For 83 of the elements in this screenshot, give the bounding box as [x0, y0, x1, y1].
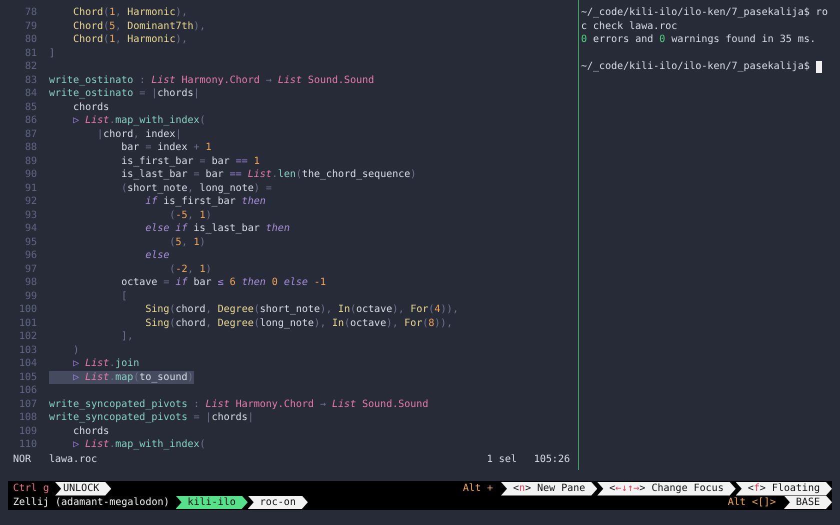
- line-number: 104: [18, 357, 37, 370]
- layout-shortcut: Alt <[]>: [728, 496, 777, 509]
- line-number: 87: [24, 128, 37, 141]
- line-number: 79: [24, 20, 37, 33]
- code-line: chords: [72, 102, 110, 112]
- lock-shortcut: Ctrl g: [12, 482, 50, 496]
- line-number: 94: [24, 222, 37, 236]
- file-name: lawa.roc: [49, 453, 98, 466]
- line-number: 91: [24, 182, 37, 195]
- line-number: 108: [18, 411, 37, 424]
- line-number: 99: [24, 290, 37, 303]
- layout-mode: BASE: [784, 496, 832, 509]
- code-line: write_syncopated_pivots = |chords|: [49, 412, 254, 423]
- line-number: 102: [18, 330, 37, 344]
- editor-mode: NOR: [12, 453, 32, 466]
- code-line: Chord(1, Harmonic),: [72, 34, 188, 45]
- line-number: 109: [18, 424, 37, 438]
- code-line: Chord(1, Harmonic),: [72, 7, 188, 18]
- line-number: 80: [24, 33, 37, 46]
- code-line: ): [72, 344, 80, 356]
- code-line: write_ostinato = |chords|: [49, 88, 200, 99]
- code-line: (-2, 1): [168, 264, 212, 274]
- line-number: 98: [24, 276, 37, 290]
- terminal-line: c check lawa.roc: [581, 20, 678, 33]
- code-line: is_last_bar = bar == List.len(the_chord_sequence): [120, 169, 416, 180]
- line-number: 92: [24, 195, 37, 208]
- code-line: Sing(chord, Degree(short_note), In(octave), For(4)),: [144, 304, 458, 315]
- line-number: 110: [18, 438, 37, 452]
- code-line: ]: [49, 48, 56, 58]
- code-line: write_syncopated_pivots : List Harmony.Chord → List Sound.Sound: [49, 398, 428, 410]
- line-number: 106: [18, 384, 37, 398]
- code-line: is_first_bar = bar == 1: [120, 156, 260, 166]
- line-number: 81: [24, 46, 37, 60]
- zellij-tab[interactable]: roc-on: [248, 496, 308, 509]
- code-line: (short_note, long_note) =: [120, 182, 272, 194]
- line-number: 90: [24, 168, 37, 182]
- code-line: ▷ List.map_with_index(: [72, 439, 206, 450]
- line-number: 89: [24, 154, 37, 168]
- code-line: bar = index + 1: [120, 142, 212, 153]
- line-number: 97: [24, 262, 37, 276]
- code-line: [: [120, 290, 128, 302]
- session-name: Zellij (adamant-megalodon): [12, 496, 171, 509]
- mode-indicator: UNLOCK: [55, 482, 112, 496]
- line-number: 100: [18, 303, 37, 316]
- code-line: write_ostinato : List Harmony.Chord → List Sound.Sound: [49, 74, 374, 86]
- keybinding-hint: <n> New Pane: [501, 482, 598, 496]
- code-line: Sing(chord, Degree(long_note), In(octave), For(8)),: [144, 318, 452, 328]
- line-number: 95: [24, 236, 37, 249]
- line-number: 107: [18, 398, 37, 411]
- line-number: 96: [24, 249, 37, 262]
- keybinding-hint: <←↓↑→> Change Focus: [597, 482, 736, 496]
- line-number: 101: [18, 316, 37, 330]
- modifier-key: Alt +: [462, 482, 502, 496]
- line-number: 88: [24, 141, 37, 154]
- cursor-position: 105:26: [534, 453, 570, 466]
- terminal-line: 0 errors and 0 warnings found in 35 ms.: [581, 33, 816, 46]
- keybinding-hint: <f> Floating: [736, 482, 832, 496]
- code-line: |chord, index|: [96, 128, 182, 140]
- terminal-line: ~/_code/kili-ilo/ilo-ken/7_pasekalija$: [581, 60, 810, 74]
- code-line: else if is_last_bar then: [144, 223, 290, 234]
- line-number: 105: [18, 370, 37, 384]
- code-line: ▷ List.map(to_sound): [72, 372, 194, 382]
- line-number: 85: [24, 100, 37, 114]
- code-line: (5, 1): [168, 236, 206, 248]
- code-line: chords: [72, 426, 110, 436]
- selection-count: 1 sel: [486, 453, 517, 466]
- code-line: else: [144, 250, 170, 261]
- line-number: 82: [24, 60, 37, 74]
- zellij-tab[interactable]: kili-ilo: [176, 496, 248, 509]
- terminal-line: ~/_code/kili-ilo/ilo-ken/7_pasekalija$ ro: [581, 6, 828, 20]
- line-number: 86: [24, 114, 37, 128]
- line-number: 78: [24, 6, 37, 20]
- line-number: 83: [24, 74, 37, 87]
- code-line: (-5, 1): [168, 210, 212, 220]
- code-line: ▷ List.map_with_index(: [72, 115, 206, 126]
- code-line: ▷ List.join: [72, 358, 140, 369]
- code-line: if is_first_bar then: [144, 196, 266, 207]
- code-line: octave = if bar ≤ 6 then 0 else -1: [120, 277, 326, 288]
- code-line: Chord(5, Dominant7th),: [72, 20, 206, 32]
- code-line: ],: [120, 331, 134, 342]
- line-number: 84: [24, 87, 37, 100]
- line-number: 103: [18, 344, 37, 357]
- line-number: 93: [24, 208, 37, 222]
